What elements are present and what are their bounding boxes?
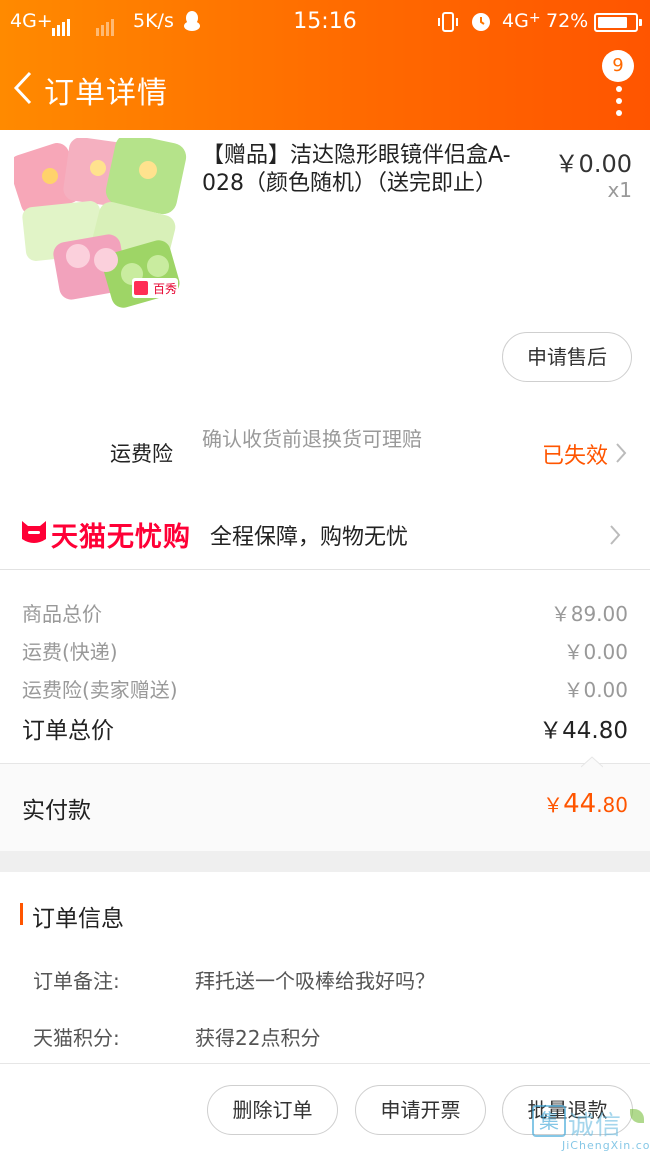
product-title[interactable]: 【赠品】洁达隐形眼镜伴侣盒A-028（颜色随机）（送完即止） xyxy=(202,142,534,198)
chevron-left-icon[interactable] xyxy=(10,70,40,106)
actual-payment-label: 实付款 xyxy=(22,798,91,824)
product-item[interactable]: 百秀 【赠品】洁达隐形眼镜伴侣盒A-028（颜色随机）（送完即止） ￥0.00 … xyxy=(0,130,650,405)
insurance-status: 已失效 xyxy=(541,444,608,469)
tmall-points-label: 天猫积分: xyxy=(33,1026,120,1050)
order-total-value: ￥44.80 xyxy=(539,718,628,744)
battery-percent: 72% xyxy=(546,10,589,32)
amount-decimal: .80 xyxy=(596,793,628,817)
more-vertical-icon xyxy=(616,86,622,122)
summary-label: 运费(快递) xyxy=(22,640,118,664)
insurance-label: 运费险 xyxy=(110,442,173,466)
shipping-insurance-row[interactable]: 运费险 确认收货前退换货可理赔 已失效 xyxy=(0,405,650,500)
network-right-suffix: + xyxy=(528,10,541,26)
guarantee-text: 全程保障，购物无忧 xyxy=(210,525,409,550)
order-total-row: 订单总价 ￥44.80 xyxy=(22,711,628,745)
order-note-value: 拜托送一个吸棒给我好吗？ xyxy=(195,969,435,993)
order-note-label: 订单备注: xyxy=(33,969,120,993)
summary-value: ￥0.00 xyxy=(563,640,628,664)
page-title: 订单详情 xyxy=(44,76,168,111)
status-bar: 4G+ 5K/s 15:16 4G+ 72% xyxy=(0,0,650,44)
amount-integer: 44 xyxy=(563,789,597,819)
product-image-label: 百秀 xyxy=(153,282,178,296)
tmall-guarantee-row[interactable]: 天猫无忧购 全程保障，购物无忧 xyxy=(0,500,650,570)
chevron-right-icon xyxy=(608,524,622,546)
section-accent-bar xyxy=(20,903,23,925)
watermark-url: JiChengXin.com xyxy=(562,1139,650,1152)
summary-row: 运费(快递) ￥0.00 xyxy=(22,636,628,665)
tmall-cat-icon xyxy=(20,517,48,547)
actual-payment-row: 实付款 ￥44.80 xyxy=(0,756,650,851)
request-invoice-button[interactable]: 申请开票 xyxy=(355,1085,486,1135)
tmall-points-value: 获得22点积分 xyxy=(195,1026,321,1050)
summary-label: 运费险(卖家赠送) xyxy=(22,678,178,702)
caret-up-icon xyxy=(580,753,604,768)
nav-bar: 订单详情 9 xyxy=(0,44,650,130)
summary-value: ￥0.00 xyxy=(563,678,628,702)
tmall-brand: 天猫无忧购 xyxy=(51,522,191,553)
header: 4G+ 5K/s 15:16 4G+ 72% 订单详情 9 xyxy=(0,0,650,130)
watermark-mark: 集 xyxy=(532,1105,566,1137)
more-menu-button[interactable]: 9 xyxy=(596,50,636,116)
price-summary: 商品总价 ￥89.00 运费(快递) ￥0.00 运费险(卖家赠送) ￥0.00… xyxy=(0,571,650,763)
watermark-name: 诚信 xyxy=(568,1111,623,1141)
summary-row: 运费险(卖家赠送) ￥0.00 xyxy=(22,674,628,703)
actual-payment-amount: ￥44.80 xyxy=(543,789,628,819)
summary-row: 商品总价 ￥89.00 xyxy=(22,598,628,627)
insurance-description: 确认收货前退换货可理赔 xyxy=(202,427,422,451)
leaf-icon xyxy=(630,1109,644,1123)
alarm-icon xyxy=(469,9,493,38)
after-sale-button[interactable]: 申请售后 xyxy=(502,332,632,382)
notification-badge: 9 xyxy=(602,50,634,82)
product-price: ￥0.00 xyxy=(554,150,632,178)
vibrate-icon xyxy=(436,10,460,39)
network-right: 4G+ xyxy=(502,10,541,32)
watermark-logo: 集 诚信 JiChengXin.com xyxy=(532,1105,650,1155)
order-total-label: 订单总价 xyxy=(22,718,114,744)
summary-label: 商品总价 xyxy=(22,602,102,626)
section-divider xyxy=(0,851,650,872)
chevron-right-icon xyxy=(614,442,628,464)
order-info-title: 订单信息 xyxy=(32,906,124,932)
product-image[interactable]: 百秀 xyxy=(9,133,190,308)
product-quantity: x1 xyxy=(607,178,632,202)
delete-order-button[interactable]: 删除订单 xyxy=(207,1085,338,1135)
network-right-label: 4G xyxy=(502,10,529,32)
currency-symbol: ￥ xyxy=(543,793,564,817)
battery-icon xyxy=(594,13,642,32)
order-info-section: 订单信息 订单备注: 拜托送一个吸棒给我好吗？ 天猫积分: 获得22点积分 xyxy=(0,872,650,1064)
summary-value: ￥89.00 xyxy=(550,602,628,626)
